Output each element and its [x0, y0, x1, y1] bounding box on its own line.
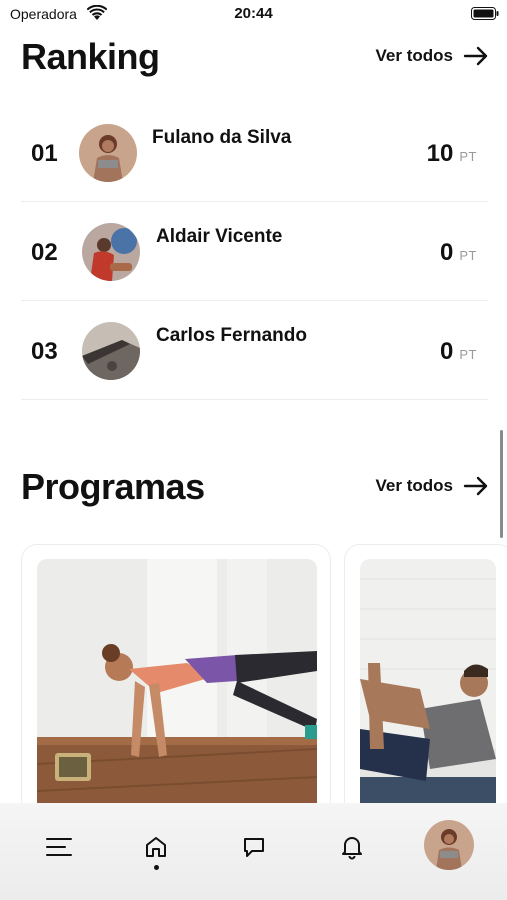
rank-name: Carlos Fernando — [156, 325, 307, 346]
active-tab-indicator — [154, 865, 159, 870]
rank-position: 01 — [31, 140, 58, 167]
rank-score: 10 PT — [427, 140, 477, 168]
status-bar: Operadora 20:44 — [0, 0, 507, 28]
rank-name: Aldair Vicente — [156, 226, 283, 247]
ranking-row[interactable]: 01 Fulano da Silva 10 PT — [21, 103, 488, 202]
score-unit: PT — [459, 149, 477, 164]
score-value: 0 — [440, 338, 454, 365]
rank-position: 02 — [31, 239, 58, 266]
scrollbar[interactable] — [500, 430, 503, 538]
see-all-label: Ver todos — [375, 46, 453, 65]
score-value: 10 — [426, 140, 454, 167]
score-value: 0 — [440, 239, 454, 266]
programs-title: Programas — [21, 466, 205, 507]
see-all-label: Ver todos — [375, 476, 453, 495]
avatar — [82, 322, 140, 380]
home-icon[interactable] — [144, 835, 168, 859]
ranking-title: Ranking — [21, 36, 160, 77]
rank-position: 03 — [31, 338, 58, 365]
avatar — [82, 223, 140, 281]
rank-score: 0 PT — [440, 338, 477, 366]
bell-icon[interactable] — [340, 834, 364, 860]
programs-see-all-button[interactable]: Ver todos — [376, 476, 489, 496]
battery-icon — [471, 7, 499, 20]
program-image — [37, 559, 317, 833]
program-image — [360, 559, 496, 833]
ranking-header: Ranking Ver todos — [0, 34, 507, 84]
ranking-row[interactable]: 03 Carlos Fernando 0 PT — [21, 301, 488, 400]
ranking-row[interactable]: 02 Aldair Vicente 0 PT — [21, 202, 488, 301]
rank-score: 0 PT — [440, 239, 477, 267]
score-unit: PT — [459, 248, 477, 263]
program-card[interactable] — [21, 544, 331, 834]
arrow-right-icon — [463, 46, 488, 66]
menu-icon[interactable] — [45, 836, 73, 858]
avatar — [79, 124, 137, 182]
ranking-see-all-button[interactable]: Ver todos — [376, 46, 489, 66]
chat-icon[interactable] — [242, 836, 266, 858]
program-card[interactable] — [344, 544, 507, 834]
score-unit: PT — [459, 347, 477, 362]
profile-avatar[interactable] — [424, 820, 474, 870]
clock: 20:44 — [234, 5, 273, 22]
rank-name: Fulano da Silva — [152, 127, 292, 148]
arrow-right-icon — [463, 476, 488, 496]
programs-header: Programas Ver todos — [0, 464, 507, 514]
